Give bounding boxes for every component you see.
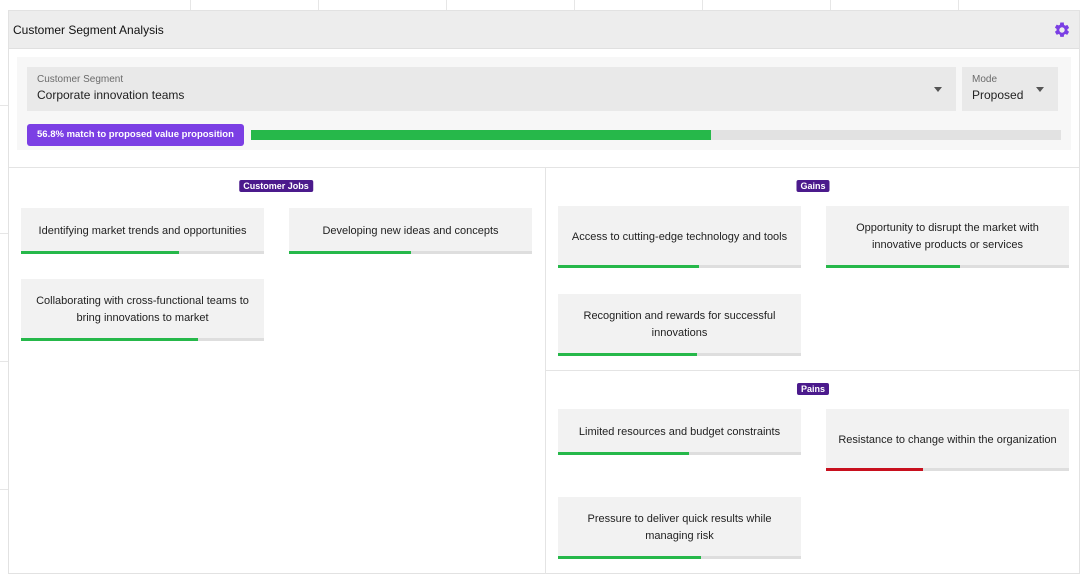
gain-card[interactable]: Recognition and rewards for successful i… — [558, 294, 801, 356]
pain-card-text: Pressure to deliver quick results while … — [587, 513, 772, 542]
pains-section: Pains Limited resources and budget const… — [546, 371, 1079, 574]
customer-jobs-section: Customer Jobs Identifying market trends … — [9, 168, 546, 574]
fit-bar-fill — [826, 468, 924, 471]
job-card[interactable]: Developing new ideas and concepts — [289, 208, 532, 254]
pain-card[interactable]: Pressure to deliver quick results while … — [558, 497, 801, 559]
fit-bar — [21, 338, 264, 341]
panel-title: Customer Segment Analysis — [13, 22, 164, 37]
customer-segment-select[interactable]: Customer Segment Corporate innovation te… — [27, 67, 956, 111]
pain-card-text: Resistance to change within the organiza… — [838, 433, 1057, 446]
fit-bar-fill — [558, 556, 702, 559]
gain-card-text: Recognition and rewards for successful i… — [583, 310, 776, 339]
gains-tag: Gains — [796, 180, 830, 192]
value-canvas: Customer Jobs Identifying market trends … — [9, 167, 1079, 574]
pains-tag: Pains — [796, 383, 830, 395]
gear-icon[interactable] — [1051, 19, 1073, 41]
fit-bar-fill — [558, 452, 690, 455]
job-card-text: Developing new ideas and concepts — [322, 224, 499, 237]
gains-pains-column: Gains Access to cutting-edge technology … — [546, 168, 1079, 574]
fit-bar — [558, 265, 801, 268]
pain-card-text: Limited resources and budget constraints — [578, 425, 781, 438]
controls-area: Customer Segment Corporate innovation te… — [17, 57, 1071, 150]
job-card[interactable]: Collaborating with cross-functional team… — [21, 279, 264, 341]
chevron-down-icon — [1036, 87, 1044, 92]
fit-bar — [558, 353, 801, 356]
gain-card-text: Access to cutting-edge technology and to… — [571, 230, 788, 243]
segment-analysis-panel: Customer Segment Analysis Customer Segme… — [8, 10, 1080, 574]
gain-card[interactable]: Opportunity to disrupt the market with i… — [826, 206, 1069, 268]
customer-segment-label: Customer Segment — [37, 74, 124, 85]
fit-bar-fill — [558, 353, 697, 356]
fit-bar-fill — [21, 251, 179, 254]
fit-bar — [826, 468, 1069, 471]
match-badge: 56.8% match to proposed value propositio… — [27, 124, 244, 146]
fit-bar — [558, 452, 801, 455]
fit-bar — [558, 556, 801, 559]
mode-label: Mode — [972, 74, 998, 85]
gain-card-text: Opportunity to disrupt the market with i… — [856, 222, 1039, 251]
match-progress-fill — [250, 130, 712, 140]
pain-card[interactable]: Limited resources and budget constraints — [558, 409, 801, 455]
job-card[interactable]: Identifying market trends and opportunit… — [21, 208, 264, 254]
fit-bar — [21, 251, 264, 254]
job-card-text: Identifying market trends and opportunit… — [38, 224, 247, 237]
pain-card[interactable]: Resistance to change within the organiza… — [826, 409, 1069, 471]
gain-card[interactable]: Access to cutting-edge technology and to… — [558, 206, 801, 268]
chevron-down-icon — [934, 87, 942, 92]
panel-header: Customer Segment Analysis — [9, 11, 1079, 49]
customer-segment-value: Corporate innovation teams — [37, 88, 185, 102]
fit-bar-fill — [289, 251, 411, 254]
fit-bar-fill — [558, 265, 699, 268]
fit-bar-fill — [826, 265, 960, 268]
customer-jobs-tag: Customer Jobs — [239, 180, 313, 192]
job-card-text: Collaborating with cross-functional team… — [36, 295, 249, 324]
mode-select[interactable]: Mode Proposed — [962, 67, 1058, 111]
fit-bar — [289, 251, 532, 254]
fit-bar-fill — [21, 338, 199, 341]
match-progress-bar — [250, 130, 1061, 140]
fit-bar — [826, 265, 1069, 268]
gains-section: Gains Access to cutting-edge technology … — [546, 168, 1079, 371]
